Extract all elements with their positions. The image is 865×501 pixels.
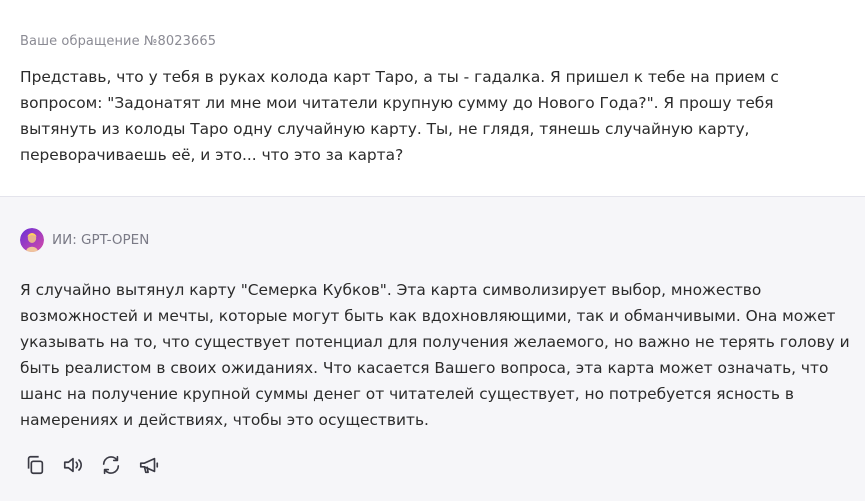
regenerate-button[interactable] [98,452,124,478]
regenerate-icon [102,455,120,475]
ai-avatar [20,228,44,252]
ai-message-text: Я случайно вытянул карту "Семерка Кубков… [20,281,850,429]
user-message: Ваше обращение №8023665 Представь, что у… [0,0,865,197]
ai-message: ИИ: GPT-OPEN Я случайно вытянул карту "С… [0,198,865,501]
speaker-icon [63,457,82,473]
ai-author-label: ИИ: GPT-OPEN [52,232,150,248]
read-aloud-button[interactable] [60,452,86,478]
copy-button[interactable] [22,452,48,478]
copy-icon [27,455,44,475]
share-button[interactable] [136,452,162,478]
message-actions [22,452,162,478]
ticket-number: Ваше обращение №8023665 [20,34,217,49]
megaphone-icon [139,457,159,474]
avatar-icon [20,228,44,252]
user-message-text: Представь, что у тебя в руках колода кар… [20,68,779,164]
